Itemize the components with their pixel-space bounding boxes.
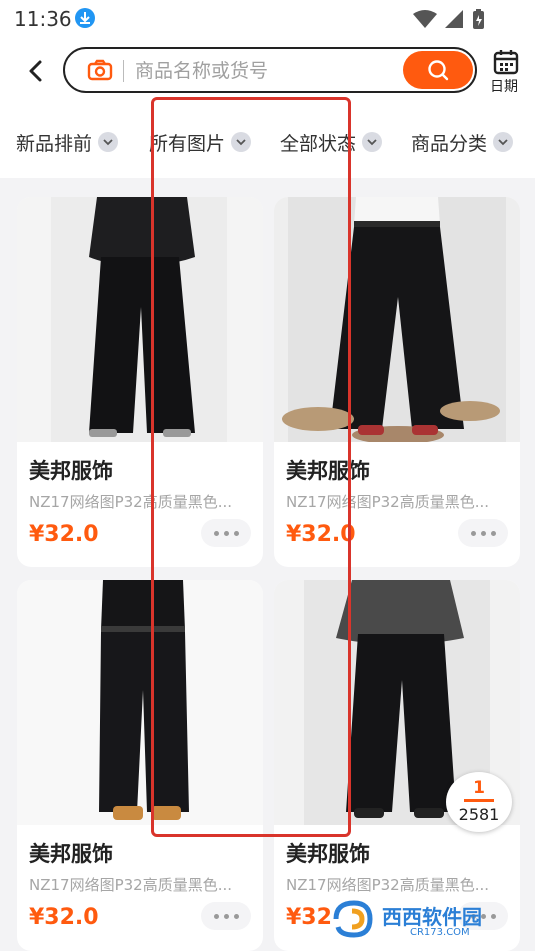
product-desc: NZ17网络图P32高质量黑色... bbox=[286, 493, 490, 511]
status-bar: 11:36 bbox=[0, 0, 535, 36]
chevron-down-icon bbox=[98, 132, 119, 152]
filter-label: 全部状态 bbox=[280, 132, 357, 155]
search-input[interactable] bbox=[133, 56, 397, 86]
shop-name: 美邦服饰 bbox=[29, 842, 113, 866]
back-button[interactable] bbox=[22, 54, 50, 88]
more-dots-icon bbox=[213, 913, 219, 919]
filter-bar: 新品排前 所有图片 全部状态 商品分类 bbox=[0, 106, 535, 178]
filter-label: 商品分类 bbox=[411, 132, 488, 155]
page-current: 1 bbox=[473, 778, 485, 798]
watermark: 西西软件园 CR173.COM bbox=[330, 895, 530, 945]
chevron-left-icon bbox=[29, 60, 42, 82]
product-price: ¥32.0 bbox=[286, 522, 356, 547]
filter-all-status[interactable]: 全部状态 bbox=[280, 128, 383, 156]
more-dots-icon bbox=[470, 530, 476, 536]
calendar-label[interactable]: 日期 bbox=[490, 76, 518, 96]
more-options-button[interactable] bbox=[201, 519, 251, 547]
filter-label: 新品排前 bbox=[16, 132, 93, 155]
page-divider bbox=[464, 799, 494, 802]
search-button[interactable] bbox=[403, 51, 473, 89]
page-indicator[interactable]: 1 2581 bbox=[446, 772, 512, 832]
status-icons bbox=[395, 8, 495, 30]
search-bar bbox=[63, 47, 477, 93]
product-image[interactable] bbox=[274, 197, 520, 444]
more-dots-icon bbox=[213, 530, 219, 536]
search-icon bbox=[428, 60, 449, 81]
more-options-button[interactable] bbox=[201, 902, 251, 930]
product-desc: NZ17网络图P32高质量黑色... bbox=[29, 876, 233, 894]
page-total: 2581 bbox=[458, 805, 500, 824]
product-card[interactable]: 美邦服饰 NZ17网络图P32高质量黑色... ¥32.0 bbox=[17, 197, 263, 567]
filter-new-first[interactable]: 新品排前 bbox=[16, 128, 119, 156]
product-card[interactable]: 美邦服饰 NZ17网络图P32高质量黑色... ¥32.0 bbox=[17, 580, 263, 951]
chevron-down-icon bbox=[231, 132, 252, 152]
product-image[interactable] bbox=[17, 197, 263, 442]
chevron-down-icon bbox=[493, 132, 514, 152]
watermark-logo-icon bbox=[333, 900, 373, 938]
calendar-icon[interactable] bbox=[492, 48, 520, 76]
filter-label: 所有图片 bbox=[149, 132, 226, 155]
signal-icon bbox=[445, 10, 463, 28]
top-bar: 日期 bbox=[0, 36, 535, 106]
camera-icon[interactable] bbox=[87, 58, 113, 82]
download-icon bbox=[75, 8, 95, 28]
filter-category[interactable]: 商品分类 bbox=[411, 128, 514, 156]
product-price: ¥32 bbox=[286, 905, 332, 930]
product-price: ¥32.0 bbox=[29, 905, 99, 930]
battery-icon bbox=[473, 9, 484, 29]
more-options-button[interactable] bbox=[458, 519, 508, 547]
product-desc: NZ17网络图P32高质量黑色... bbox=[29, 493, 233, 511]
product-image[interactable] bbox=[17, 580, 263, 825]
shop-name: 美邦服饰 bbox=[29, 459, 113, 483]
product-price: ¥32.0 bbox=[29, 522, 99, 547]
search-divider bbox=[123, 60, 124, 82]
filter-all-images[interactable]: 所有图片 bbox=[149, 128, 252, 156]
shop-name: 美邦服饰 bbox=[286, 459, 370, 483]
watermark-brand: 西西软件园 bbox=[382, 905, 482, 929]
watermark-site: CR173.COM bbox=[410, 927, 470, 938]
product-desc: NZ17网络图P32高质量黑色... bbox=[286, 876, 490, 894]
shop-name: 美邦服饰 bbox=[286, 842, 370, 866]
status-time: 11:36 bbox=[14, 7, 72, 31]
chevron-down-icon bbox=[362, 132, 383, 152]
wifi-icon bbox=[413, 10, 437, 28]
product-card[interactable]: 美邦服饰 NZ17网络图P32高质量黑色... ¥32.0 bbox=[274, 197, 520, 567]
